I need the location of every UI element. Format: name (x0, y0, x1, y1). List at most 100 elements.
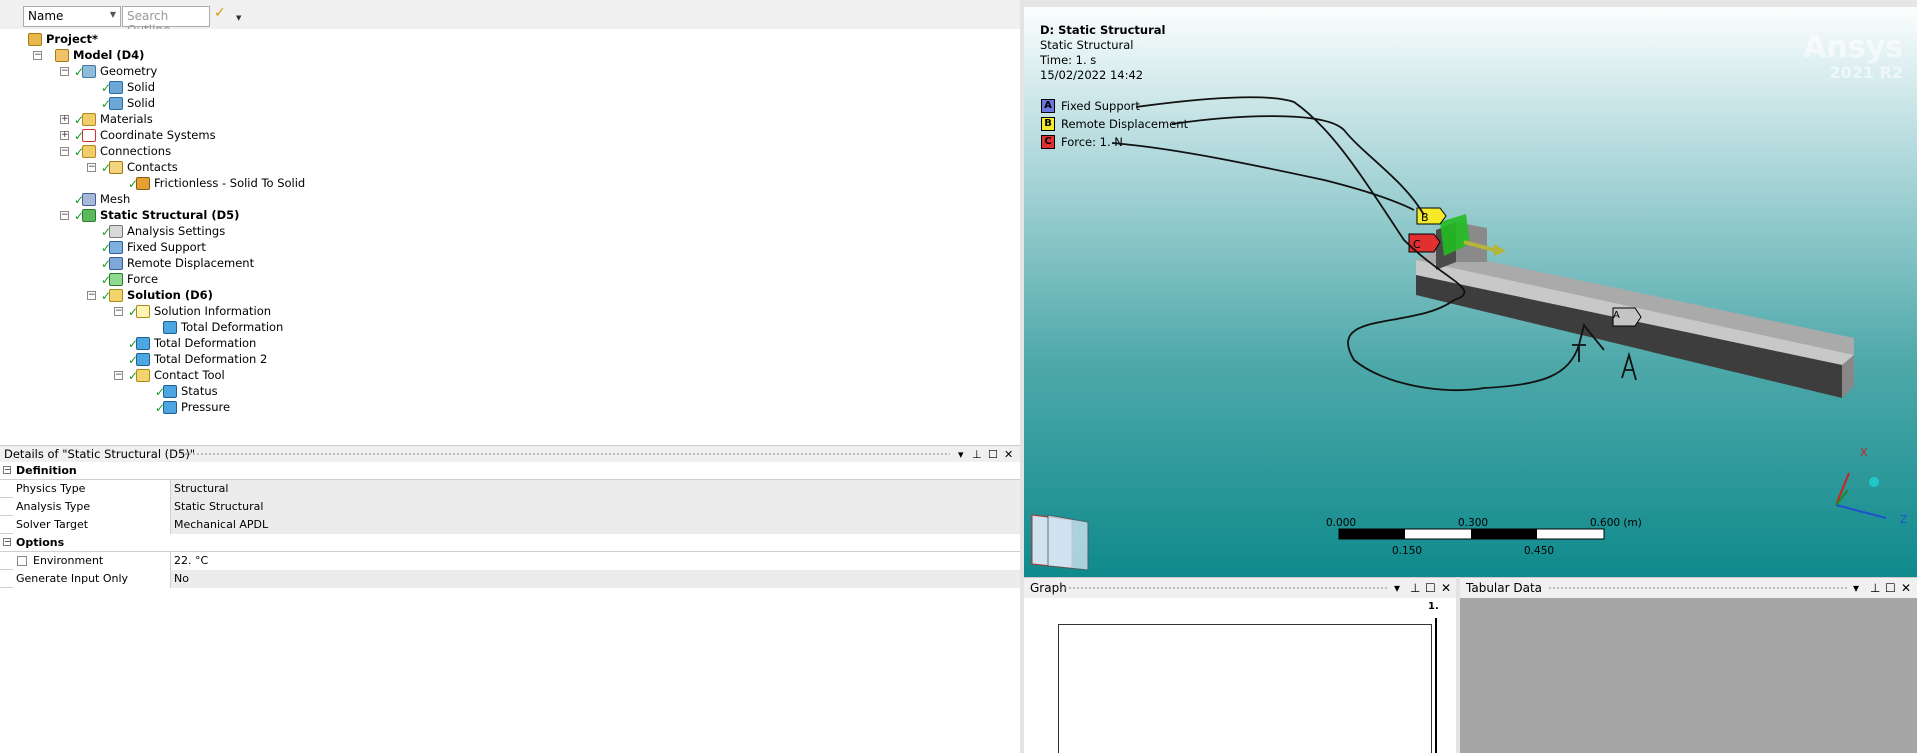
pin-icon[interactable]: ⊥ (972, 446, 982, 463)
expand-icon[interactable]: + (60, 115, 69, 124)
tree-item[interactable]: ✓ Frictionless - Solid To Solid (0, 175, 600, 191)
tree-item[interactable]: ✓ Status (0, 383, 600, 399)
pin-icon[interactable]: ⊥ (1410, 578, 1420, 599)
graph-plot (1058, 624, 1432, 753)
td-icon (163, 385, 177, 398)
details-value[interactable]: No (171, 570, 1020, 588)
tree-item-label: Frictionless - Solid To Solid (154, 176, 306, 190)
ss-icon (82, 209, 96, 222)
collapse-icon[interactable]: − (33, 51, 42, 60)
section-definition[interactable]: − Definition (0, 462, 1020, 480)
tree-item[interactable]: Project* (0, 31, 600, 47)
collapse-icon[interactable]: − (60, 147, 69, 156)
section-options[interactable]: − Options (0, 534, 1020, 552)
graphics-viewport[interactable]: D: Static Structural Static Structural T… (1024, 0, 1917, 577)
details-value[interactable]: 22. °C (171, 552, 1020, 570)
tree-item[interactable]: ✓ Solid (0, 79, 600, 95)
details-row[interactable]: Generate Input Only No (0, 570, 1020, 588)
tree-item[interactable]: − ✓ Connections (0, 143, 600, 159)
outline-tree: Project* − Model (D4) − ✓ Geometry ✓ Solid ✓ Soli… (0, 29, 1022, 439)
details-row[interactable]: Analysis Type Static Structural (0, 498, 1020, 516)
tree-item[interactable]: + ✓ Materials (0, 111, 600, 127)
collapse-icon[interactable]: − (60, 211, 69, 220)
tree-item-label: Static Structural (D5) (100, 208, 240, 222)
tree-item-label: Solid (127, 80, 156, 94)
dropdown-icon[interactable]: ▾ (1394, 578, 1400, 599)
collapse-icon[interactable]: − (87, 163, 96, 172)
tree-item[interactable]: − ✓ Static Structural (D5) (0, 207, 600, 223)
maximize-icon[interactable]: ☐ (988, 446, 998, 463)
collapse-icon[interactable]: − (114, 307, 123, 316)
tree-item-label: Contact Tool (154, 368, 225, 382)
filter-button[interactable]: ✓ ▼ (214, 5, 242, 27)
annotation-line-1 (1135, 96, 1605, 391)
project-icon (28, 33, 42, 46)
coord-icon (82, 129, 96, 142)
filter-icon: ✓ (214, 5, 226, 21)
details-key: Physics Type (13, 480, 171, 498)
tree-item-label: Coordinate Systems (100, 128, 216, 142)
force-arrow-head (1494, 244, 1506, 256)
graph-area[interactable]: 1. (1024, 598, 1456, 753)
collapse-icon[interactable]: − (114, 371, 123, 380)
details-row[interactable]: Solver Target Mechanical APDL (0, 516, 1020, 534)
collapse-icon[interactable]: − (3, 538, 11, 546)
tree-item[interactable]: ✓ Solid (0, 95, 600, 111)
geo-icon (82, 65, 96, 78)
tree-item[interactable]: ✓ Remote Displacement (0, 255, 600, 271)
tree-item[interactable]: Total Deformation (0, 319, 600, 335)
details-value[interactable]: Mechanical APDL (171, 516, 1020, 534)
graph-time-marker[interactable] (1435, 618, 1437, 753)
details-title-text: Details of "Static Structural (D5)" (4, 447, 196, 461)
tree-item[interactable]: ✓ Force (0, 271, 600, 287)
tree-item[interactable]: ✓ Analysis Settings (0, 223, 600, 239)
tree-item[interactable]: − ✓ Contacts (0, 159, 600, 175)
marker-a-label: A (1613, 310, 1620, 321)
expand-icon[interactable]: + (60, 131, 69, 140)
parameter-checkbox[interactable] (17, 556, 27, 566)
section-label: Definition (16, 464, 77, 477)
model-icon (55, 49, 69, 62)
tree-item-label: Solution (D6) (127, 288, 213, 302)
close-icon[interactable]: ✕ (1901, 578, 1911, 599)
panel-grip[interactable] (1064, 586, 1389, 591)
dropdown-icon[interactable]: ▾ (1853, 578, 1859, 599)
tree-item-label: Fixed Support (127, 240, 206, 254)
tree-item[interactable]: ✓ Fixed Support (0, 239, 600, 255)
collapse-icon[interactable]: − (87, 291, 96, 300)
tree-item[interactable]: ✓ Mesh (0, 191, 600, 207)
close-icon[interactable]: ✕ (1441, 578, 1451, 599)
dropdown-icon[interactable]: ▾ (958, 446, 964, 463)
ansys-mechanical-window: Name ▼ Search Outline ✓ ▼ Project*−Model… (0, 0, 1917, 753)
annotation-line-3 (1111, 142, 1415, 211)
details-value[interactable]: Static Structural (171, 498, 1020, 516)
tree-item[interactable]: ✓ Total Deformation (0, 335, 600, 351)
name-select[interactable]: Name ▼ (23, 6, 121, 27)
tree-item[interactable]: − ✓ Contact Tool (0, 367, 600, 383)
collapse-icon[interactable]: − (3, 466, 11, 474)
search-outline-input[interactable]: Search Outline (122, 6, 210, 37)
analysis-icon (109, 225, 123, 238)
tree-item[interactable]: − ✓ Solution (D6) (0, 287, 600, 303)
tabular-data-area[interactable] (1460, 598, 1917, 753)
details-row[interactable]: Environment Temperature 22. °C (0, 552, 1020, 584)
force-icon (109, 273, 123, 286)
tree-item[interactable]: − ✓ Geometry (0, 63, 600, 79)
details-row[interactable]: Physics Type Structural (0, 480, 1020, 498)
collapse-icon[interactable]: − (60, 67, 69, 76)
panel-grip[interactable] (1548, 586, 1848, 591)
tree-item[interactable]: − ✓ Solution Information (0, 303, 600, 319)
details-panel-title: Details of "Static Structural (D5)" ▾ ⊥ … (0, 445, 1020, 462)
pin-icon[interactable]: ⊥ (1870, 578, 1880, 599)
tree-item[interactable]: + ✓ Coordinate Systems (0, 127, 600, 143)
maximize-icon[interactable]: ☐ (1885, 578, 1896, 599)
details-value[interactable]: Structural (171, 480, 1020, 498)
tree-item[interactable]: − Model (D4) (0, 47, 600, 63)
tree-item[interactable]: ✓ Total Deformation 2 (0, 351, 600, 367)
panel-grip[interactable] (180, 452, 950, 457)
tree-item[interactable]: ✓ Pressure (0, 399, 600, 415)
td-icon (136, 353, 150, 366)
close-icon[interactable]: ✕ (1004, 446, 1013, 463)
graph-value-label: 1. (1428, 601, 1439, 612)
maximize-icon[interactable]: ☐ (1425, 578, 1436, 599)
